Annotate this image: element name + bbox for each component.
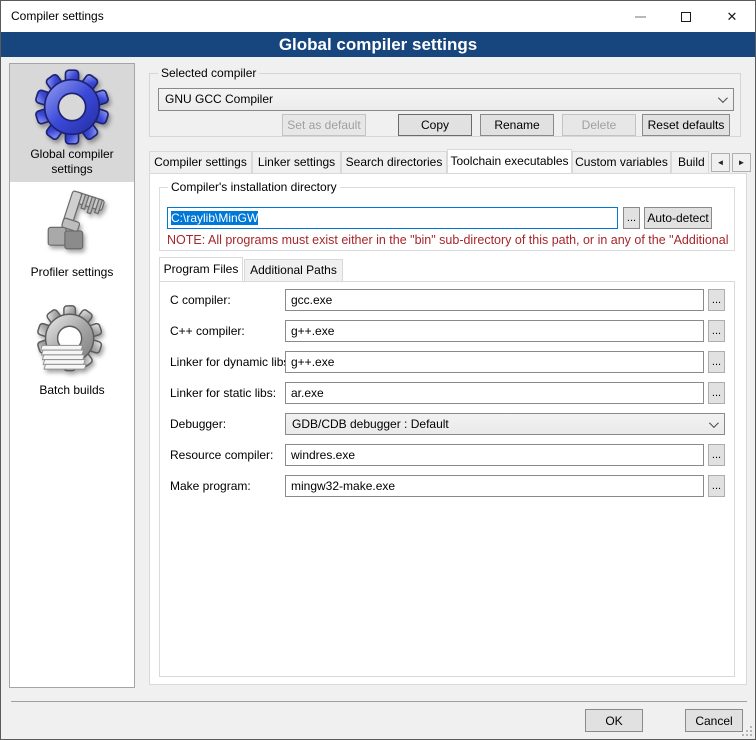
selected-compiler-value: GNU GCC Compiler <box>165 92 273 106</box>
c-compiler-input[interactable] <box>285 289 704 311</box>
field-row-resource-compiler: Resource compiler: ... <box>160 444 736 466</box>
sidebar-item-profiler-settings[interactable]: Profiler settings <box>10 182 134 300</box>
delete-button: Delete <box>562 114 636 136</box>
caliper-icon <box>34 187 110 263</box>
debugger-dropdown[interactable]: GDB/CDB debugger : Default <box>285 413 725 435</box>
field-row-cpp-compiler: C++ compiler: ... <box>160 320 736 342</box>
subtab-additional-paths[interactable]: Additional Paths <box>244 259 343 281</box>
chevron-down-icon <box>718 93 728 103</box>
c-compiler-browse-button[interactable]: ... <box>708 289 725 311</box>
field-row-linker-static: Linker for static libs: ... <box>160 382 736 404</box>
titlebar: Compiler settings ✕ <box>1 1 755 32</box>
tab-toolchain-executables[interactable]: Toolchain executables <box>447 149 572 173</box>
cancel-button[interactable]: Cancel <box>685 709 743 732</box>
tab-scroll-right-icon[interactable]: ► <box>732 153 751 172</box>
program-files-page: C compiler: ... C++ compiler: ... Linker… <box>159 281 735 677</box>
set-as-default-button: Set as default <box>282 114 366 136</box>
sidebar-item-label: Profiler settings <box>10 265 134 280</box>
install-dir-browse-button[interactable]: ... <box>623 207 640 229</box>
settings-category-list: Global compiler settings <box>9 63 135 688</box>
selected-compiler-group: Selected compiler GNU GCC Compiler Set a… <box>149 73 741 137</box>
subtab-program-files[interactable]: Program Files <box>159 257 243 281</box>
field-row-make-program: Make program: ... <box>160 475 736 497</box>
install-dir-note: NOTE: All programs must exist either in … <box>167 233 729 248</box>
footer-divider <box>11 701 747 702</box>
rename-button[interactable]: Rename <box>480 114 554 136</box>
field-row-linker-dynamic: Linker for dynamic libs: ... <box>160 351 736 373</box>
page-title: Global compiler settings <box>1 32 755 57</box>
sidebar-item-batch-builds[interactable]: Batch builds <box>10 300 134 418</box>
close-button[interactable]: ✕ <box>709 1 755 32</box>
tab-scroll-left-icon[interactable]: ◄ <box>711 153 730 172</box>
auto-detect-button[interactable]: Auto-detect <box>644 207 712 229</box>
c-compiler-label: C compiler: <box>170 289 231 311</box>
minimize-icon <box>635 16 646 18</box>
maximize-button[interactable] <box>663 1 709 32</box>
cpp-compiler-input[interactable] <box>285 320 704 342</box>
window-controls: ✕ <box>617 1 755 32</box>
resize-grip[interactable] <box>742 726 752 736</box>
debugger-value: GDB/CDB debugger : Default <box>292 417 449 431</box>
linker-dynamic-label: Linker for dynamic libs: <box>170 351 293 373</box>
selected-compiler-dropdown[interactable]: GNU GCC Compiler <box>158 88 734 111</box>
tab-custom-variables[interactable]: Custom variables <box>572 151 671 173</box>
close-icon: ✕ <box>727 10 738 23</box>
linker-static-input[interactable] <box>285 382 704 404</box>
minimize-button <box>617 1 663 32</box>
ok-button[interactable]: OK <box>585 709 643 732</box>
make-program-input[interactable] <box>285 475 704 497</box>
cpp-compiler-label: C++ compiler: <box>170 320 245 342</box>
sidebar-item-global-compiler-settings[interactable]: Global compiler settings <box>10 64 134 182</box>
resource-compiler-input[interactable] <box>285 444 704 466</box>
linker-dynamic-input[interactable] <box>285 351 704 373</box>
installation-directory-legend: Compiler's installation directory <box>168 180 340 194</box>
copy-button[interactable]: Copy <box>398 114 472 136</box>
gear-papers-icon <box>34 305 110 381</box>
linker-static-browse-button[interactable]: ... <box>708 382 725 404</box>
compiler-tabs: Compiler settings Linker settings Search… <box>149 151 749 173</box>
resource-compiler-browse-button[interactable]: ... <box>708 444 725 466</box>
tab-build-options[interactable]: Build options <box>671 151 709 173</box>
chevron-down-icon <box>709 418 719 428</box>
selected-compiler-legend: Selected compiler <box>158 66 259 80</box>
sidebar-item-label: Global compiler settings <box>17 147 127 177</box>
tab-linker-settings[interactable]: Linker settings <box>252 151 341 173</box>
reset-defaults-button[interactable]: Reset defaults <box>642 114 730 136</box>
compiler-settings-dialog: Compiler settings ✕ Global compiler sett… <box>0 0 756 740</box>
linker-static-label: Linker for static libs: <box>170 382 276 404</box>
tab-compiler-settings[interactable]: Compiler settings <box>149 151 252 173</box>
linker-dynamic-browse-button[interactable]: ... <box>708 351 725 373</box>
maximize-icon <box>681 12 691 22</box>
tab-search-directories[interactable]: Search directories <box>341 151 447 173</box>
install-dir-input[interactable]: C:\raylib\MinGW <box>167 207 618 229</box>
debugger-label: Debugger: <box>170 413 226 435</box>
window-title: Compiler settings <box>11 1 104 32</box>
cpp-compiler-browse-button[interactable]: ... <box>708 320 725 342</box>
field-row-debugger: Debugger: GDB/CDB debugger : Default <box>160 413 736 435</box>
field-row-c-compiler: C compiler: ... <box>160 289 736 311</box>
resource-compiler-label: Resource compiler: <box>170 444 273 466</box>
install-dir-value: C:\raylib\MinGW <box>171 211 258 225</box>
make-program-browse-button[interactable]: ... <box>708 475 725 497</box>
make-program-label: Make program: <box>170 475 251 497</box>
sidebar-item-label: Batch builds <box>10 383 134 398</box>
gear-blue-icon <box>34 69 110 145</box>
